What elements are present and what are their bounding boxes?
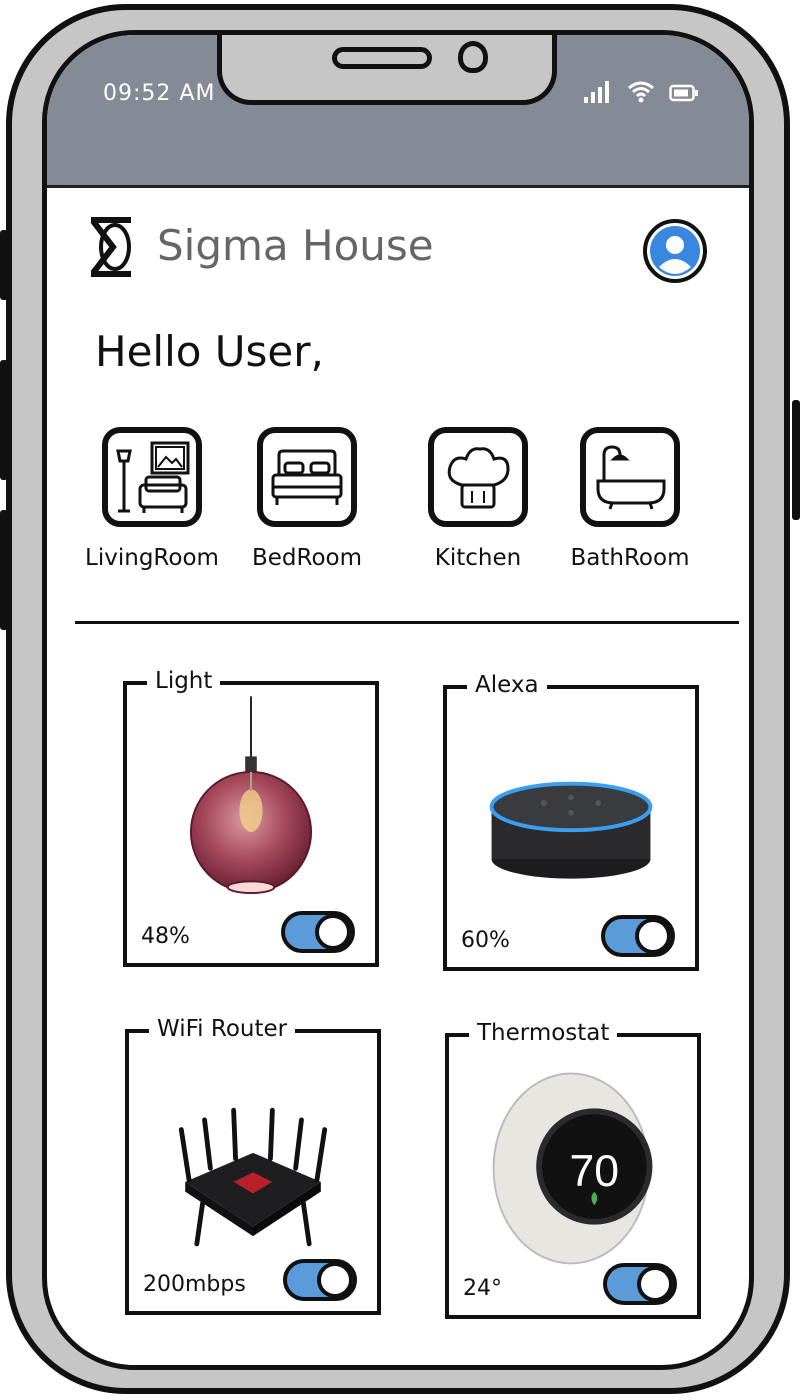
room-bedroom[interactable]: BedRoom <box>232 427 382 571</box>
pendant-lamp-icon <box>189 696 313 894</box>
app-title: Sigma House <box>157 221 434 270</box>
thermostat-icon: 70 <box>492 1072 653 1265</box>
bathtub-icon <box>596 445 666 510</box>
phone-side-button <box>0 360 8 480</box>
thermostat-display: 70 <box>570 1147 620 1196</box>
room-label: LivingRoom <box>85 545 219 571</box>
device-power-toggle[interactable] <box>283 1259 357 1301</box>
room-living-room[interactable]: LivingRoom <box>77 427 227 571</box>
device-value: 24° <box>463 1276 502 1301</box>
status-icons <box>583 79 699 103</box>
device-card-light[interactable]: Light 48% <box>123 668 379 967</box>
living-room-icon <box>116 441 190 513</box>
toggle-knob <box>315 914 351 950</box>
bed-icon <box>271 449 343 505</box>
chef-hat-icon <box>447 447 510 509</box>
phone-power-button <box>792 400 800 520</box>
greeting-text: Hello User, <box>95 327 324 376</box>
phone-notch <box>217 35 557 105</box>
room-label: Kitchen <box>434 545 522 571</box>
battery-icon <box>669 84 698 102</box>
toggle-knob <box>637 1266 673 1302</box>
user-avatar-icon <box>650 226 700 276</box>
front-camera-icon <box>458 41 488 73</box>
phone-screen: 09:52 AM Sigma House Hello User, LivingR… <box>42 30 754 1370</box>
room-selector: LivingRoom BedRoom Kitchen BathRoom <box>77 427 717 587</box>
device-value: 60% <box>461 928 510 953</box>
sigma-logo-icon <box>90 217 131 277</box>
user-avatar-button[interactable] <box>643 219 707 283</box>
device-card-alexa[interactable]: Alexa 60% <box>443 672 699 971</box>
room-label: BedRoom <box>251 545 363 571</box>
signal-icon <box>584 81 609 103</box>
router-icon <box>178 1107 328 1247</box>
smart-speaker-icon <box>489 781 653 879</box>
phone-side-button <box>0 510 8 630</box>
room-label: BathRoom <box>570 545 690 571</box>
section-divider <box>75 621 739 624</box>
device-power-toggle[interactable] <box>601 915 675 957</box>
status-time: 09:52 AM <box>103 81 216 106</box>
speaker-grille <box>332 47 432 69</box>
device-power-toggle[interactable] <box>603 1263 677 1305</box>
app-header: Sigma House <box>87 215 707 295</box>
device-card-wifi-router[interactable]: WiFi Router 200mbps <box>125 1016 381 1315</box>
room-bathroom[interactable]: BathRoom <box>555 427 705 571</box>
toggle-knob <box>635 918 671 954</box>
device-value: 48% <box>141 924 190 949</box>
toggle-knob <box>317 1262 353 1298</box>
phone-side-button <box>0 230 8 300</box>
device-card-thermostat[interactable]: Thermostat 70 24° <box>445 1020 701 1319</box>
device-value: 200mbps <box>143 1272 246 1297</box>
device-power-toggle[interactable] <box>281 911 355 953</box>
room-kitchen[interactable]: Kitchen <box>403 427 553 571</box>
wifi-icon <box>628 81 654 103</box>
